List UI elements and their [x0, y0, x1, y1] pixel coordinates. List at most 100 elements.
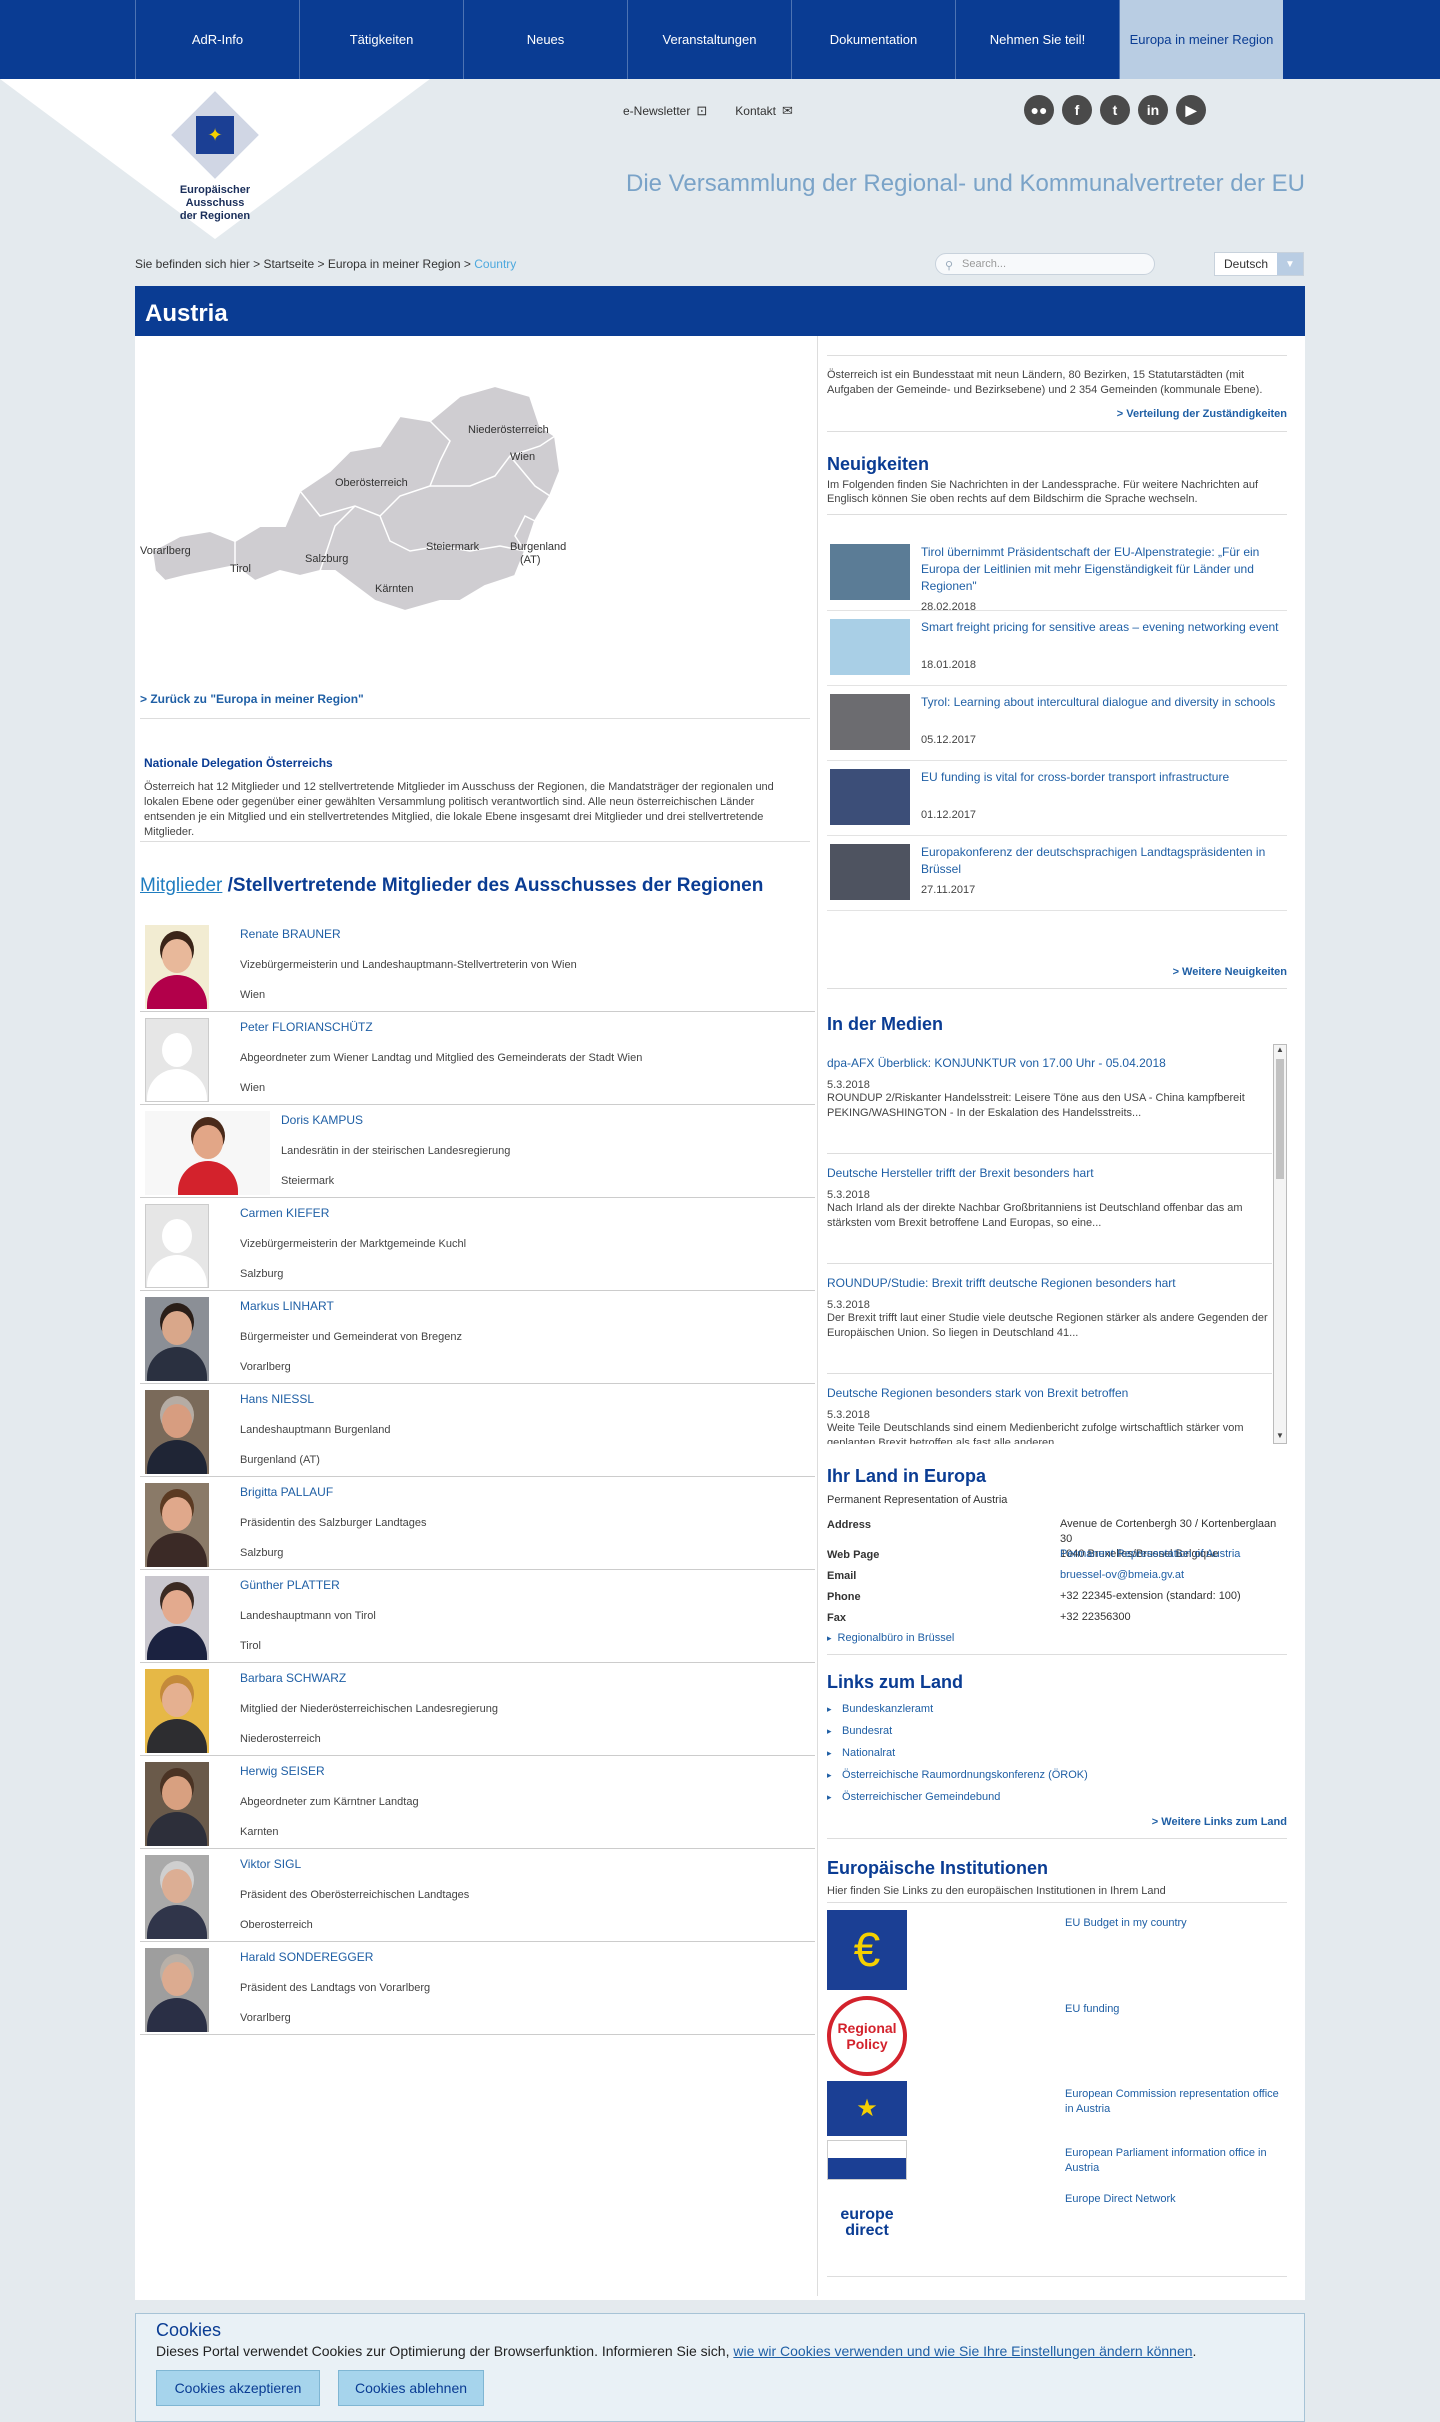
- nav-item[interactable]: Veranstaltungen: [627, 0, 791, 79]
- media-item[interactable]: ROUNDUP/Studie: Brexit trifft deutsche R…: [827, 1264, 1272, 1374]
- media-title[interactable]: Deutsche Regionen besonders stark von Br…: [827, 1386, 1272, 1400]
- nav-item[interactable]: Europa in meiner Region: [1119, 0, 1283, 79]
- media-item[interactable]: dpa-AFX Überblick: KONJUNKTUR von 17.00 …: [827, 1044, 1272, 1154]
- breadcrumb-section[interactable]: Europa in meiner Region: [328, 257, 461, 271]
- linkedin-icon[interactable]: in: [1138, 95, 1168, 125]
- country-link[interactable]: Bundeskanzleramt: [827, 1703, 1088, 1725]
- nav-item[interactable]: Nehmen Sie teil!: [955, 0, 1119, 79]
- breadcrumb-home[interactable]: Startseite: [263, 257, 314, 271]
- nav-item[interactable]: AdR-Info: [135, 0, 299, 79]
- twitter-icon[interactable]: t: [1100, 95, 1130, 125]
- news-thumbnail[interactable]: [830, 844, 910, 900]
- institution-label[interactable]: European Commission representation offic…: [1065, 2087, 1285, 2117]
- news-item[interactable]: EU funding is vital for cross-border tra…: [827, 761, 1287, 836]
- scroll-thumb[interactable]: [1276, 1059, 1284, 1179]
- tab-members[interactable]: Mitglieder: [140, 875, 222, 896]
- fax-label: Fax: [827, 1612, 846, 1624]
- competences-link[interactable]: > Verteilung der Zuständigkeiten: [1117, 408, 1287, 420]
- email-value[interactable]: bruessel-ov@bmeia.gv.at: [1060, 1568, 1184, 1583]
- cookie-policy-link[interactable]: wie wir Cookies verwenden und wie Sie Ih…: [733, 2343, 1192, 2359]
- member-name[interactable]: Harald SONDEREGGER: [240, 1950, 430, 1964]
- email-link[interactable]: bruessel-ov@bmeia.gv.at: [1060, 1569, 1184, 1581]
- member-name[interactable]: Carmen KIEFER: [240, 1206, 466, 1220]
- more-links-link[interactable]: > Weitere Links zum Land: [1152, 1816, 1287, 1828]
- facebook-icon[interactable]: f: [1062, 95, 1092, 125]
- news-title[interactable]: EU funding is vital for cross-border tra…: [921, 769, 1281, 786]
- search-input[interactable]: ⚲ Search...: [935, 253, 1155, 275]
- member-photo[interactable]: [145, 1483, 209, 1567]
- member-photo[interactable]: [145, 1855, 209, 1939]
- media-item[interactable]: Deutsche Regionen besonders stark von Br…: [827, 1374, 1272, 1444]
- news-item[interactable]: Tirol übernimmt Präsidentschaft der EU-A…: [827, 536, 1287, 613]
- member-name[interactable]: Peter FLORIANSCHÜTZ: [240, 1020, 642, 1034]
- institution-label[interactable]: EU Budget in my country: [1065, 1916, 1285, 1931]
- more-news-link[interactable]: > Weitere Neuigkeiten: [1173, 966, 1287, 978]
- members-heading-rest: /Stellvertretende Mitglieder des Ausschu…: [227, 875, 764, 896]
- cor-logo[interactable]: ✦ Europäischer Ausschuss der Regionen: [150, 91, 280, 223]
- nav-item[interactable]: Tätigkeiten: [299, 0, 463, 79]
- member-name[interactable]: Günther PLATTER: [240, 1578, 376, 1592]
- news-thumbnail[interactable]: [830, 619, 910, 675]
- nav-item[interactable]: Neues: [463, 0, 627, 79]
- media-title[interactable]: Deutsche Hersteller trifft der Brexit be…: [827, 1166, 1272, 1180]
- member-photo[interactable]: [145, 1111, 270, 1195]
- member-name[interactable]: Barbara SCHWARZ: [240, 1671, 498, 1685]
- country-link[interactable]: Österreichische Raumordnungskonferenz (Ö…: [827, 1769, 1088, 1791]
- news-item[interactable]: Tyrol: Learning about intercultural dial…: [827, 686, 1287, 761]
- web-value[interactable]: Permanent Representation of Austria: [1060, 1547, 1240, 1562]
- media-scrollbar[interactable]: ▲ ▼: [1273, 1044, 1287, 1444]
- newsletter-link[interactable]: e-Newsletter ⊡: [623, 103, 707, 119]
- scroll-up-icon[interactable]: ▲: [1274, 1045, 1286, 1057]
- news-thumbnail[interactable]: [830, 694, 910, 750]
- back-link[interactable]: > Zurück zu "Europa in meiner Region": [140, 692, 364, 706]
- institution-label[interactable]: EU funding: [1065, 2002, 1285, 2017]
- news-item[interactable]: Europakonferenz der deutschsprachigen La…: [827, 836, 1287, 911]
- media-title[interactable]: ROUNDUP/Studie: Brexit trifft deutsche R…: [827, 1276, 1272, 1290]
- office-link[interactable]: ▸ Regionalbüro in Brüssel: [827, 1632, 954, 1644]
- institution-label[interactable]: Europe Direct Network: [1065, 2192, 1285, 2207]
- avatar-placeholder-icon[interactable]: [145, 1204, 209, 1288]
- flickr-icon[interactable]: ●●: [1024, 95, 1054, 125]
- country-link[interactable]: Österreichischer Gemeindebund: [827, 1791, 1088, 1813]
- delegation-text: Österreich hat 12 Mitglieder und 12 stel…: [144, 781, 774, 838]
- news-title[interactable]: Smart freight pricing for sensitive area…: [921, 619, 1281, 636]
- media-item[interactable]: Deutsche Hersteller trifft der Brexit be…: [827, 1154, 1272, 1264]
- member-photo[interactable]: [145, 1669, 209, 1753]
- member-photo[interactable]: [145, 1297, 209, 1381]
- member-photo[interactable]: [145, 1390, 209, 1474]
- web-link[interactable]: Permanent Representation of Austria: [1060, 1548, 1240, 1560]
- member-name[interactable]: Hans NIESSL: [240, 1392, 390, 1406]
- member-name[interactable]: Renate BRAUNER: [240, 927, 577, 941]
- news-item[interactable]: Smart freight pricing for sensitive area…: [827, 611, 1287, 686]
- country-link[interactable]: Nationalrat: [827, 1747, 1088, 1769]
- member-name[interactable]: Viktor SIGL: [240, 1857, 469, 1871]
- news-thumbnail[interactable]: [830, 769, 910, 825]
- news-title[interactable]: Tirol übernimmt Präsidentschaft der EU-A…: [921, 544, 1281, 595]
- member-photo[interactable]: [145, 1948, 209, 2032]
- member-name[interactable]: Markus LINHART: [240, 1299, 462, 1313]
- avatar-placeholder-icon[interactable]: [145, 1018, 209, 1102]
- nav-item[interactable]: Dokumentation: [791, 0, 955, 79]
- member-info: Brigitta PALLAUF Präsidentin des Salzburg…: [240, 1477, 427, 1559]
- member-photo[interactable]: [145, 1762, 209, 1846]
- members-heading: Mitglieder /Stellvertretende Mitglieder …: [140, 875, 763, 897]
- reject-cookies-button[interactable]: Cookies ablehnen: [338, 2370, 484, 2406]
- media-title[interactable]: dpa-AFX Überblick: KONJUNKTUR von 17.00 …: [827, 1056, 1272, 1070]
- member-name[interactable]: Brigitta PALLAUF: [240, 1485, 427, 1499]
- member-photo[interactable]: [145, 925, 209, 1009]
- news-title[interactable]: Europakonferenz der deutschsprachigen La…: [921, 844, 1281, 878]
- language-select[interactable]: Deutsch ▼: [1214, 252, 1304, 276]
- member-name[interactable]: Doris KAMPUS: [281, 1113, 510, 1127]
- institution-label[interactable]: European Parliament information office i…: [1065, 2146, 1285, 2176]
- youtube-icon[interactable]: ▶: [1176, 95, 1206, 125]
- scroll-down-icon[interactable]: ▼: [1274, 1431, 1286, 1443]
- media-date: 5.3.2018: [827, 1409, 870, 1421]
- contact-link[interactable]: Kontakt ✉: [735, 103, 793, 119]
- member-role: Präsident des Landtags von Vorarlberg: [240, 1982, 431, 1994]
- member-photo[interactable]: [145, 1576, 209, 1660]
- country-link[interactable]: Bundesrat: [827, 1725, 1088, 1747]
- accept-cookies-button[interactable]: Cookies akzeptieren: [156, 2370, 320, 2406]
- member-name[interactable]: Herwig SEISER: [240, 1764, 419, 1778]
- news-title[interactable]: Tyrol: Learning about intercultural dial…: [921, 694, 1281, 711]
- news-thumbnail[interactable]: [830, 544, 910, 600]
